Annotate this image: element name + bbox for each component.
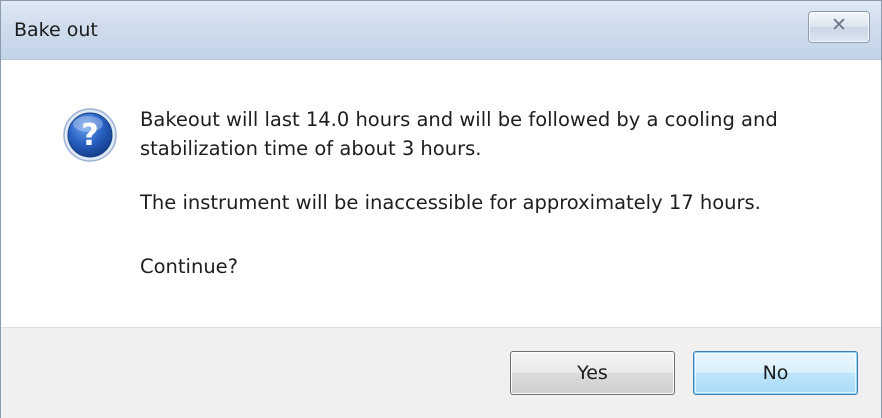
close-button[interactable]: ✕ (808, 11, 870, 43)
title-bar[interactable]: Bake out ✕ (1, 1, 881, 60)
question-mark-glyph: ? (81, 118, 98, 153)
button-bar: Yes No (1, 327, 881, 418)
question-icon: ? (63, 108, 117, 162)
message-line-1-continued: stabilization time of about 3 hours. (140, 137, 482, 160)
message-prompt: Continue? (140, 255, 239, 278)
message-area: ? Bakeout will last 14.0 hours and will … (1, 60, 881, 327)
dialog-window: Bake out ✕ ? Bakeout will last 14.0 hour… (0, 0, 882, 418)
no-button[interactable]: No (693, 351, 858, 395)
yes-button[interactable]: Yes (510, 351, 675, 395)
message-line-1: Bakeout will last 14.0 hours and will be… (140, 108, 778, 131)
close-icon: ✕ (831, 14, 847, 36)
message-line-2: The instrument will be inaccessible for … (140, 191, 761, 214)
dialog-title: Bake out (14, 19, 98, 41)
